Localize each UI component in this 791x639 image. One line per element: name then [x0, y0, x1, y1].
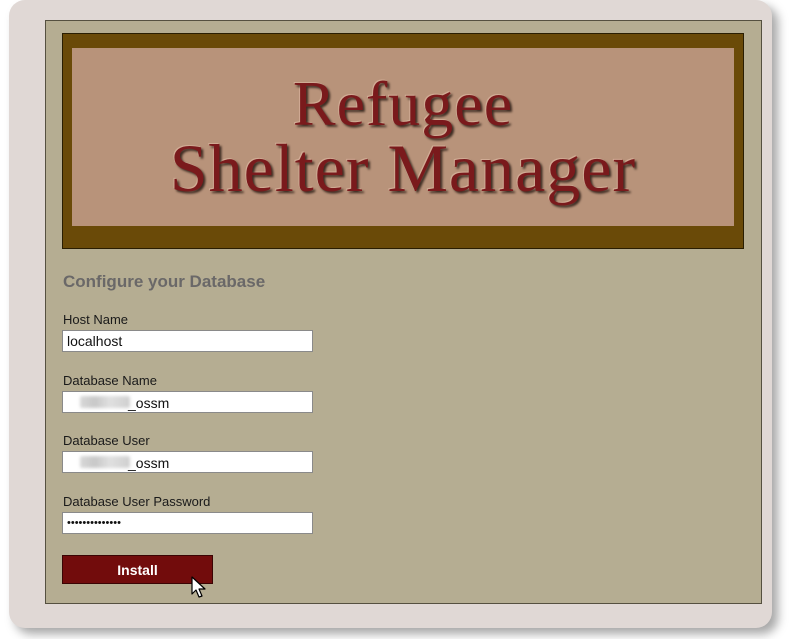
database-user-label: Database User — [63, 433, 150, 448]
host-name-input[interactable] — [62, 330, 313, 352]
page-card: Refugee Shelter Manager Configure your D… — [9, 0, 772, 628]
form-heading: Configure your Database — [63, 272, 266, 291]
install-panel: Refugee Shelter Manager Configure your D… — [45, 20, 762, 604]
database-password-input[interactable] — [62, 512, 313, 534]
database-name-value: _ossm — [128, 395, 170, 411]
database-name-input[interactable]: _ossm — [62, 391, 313, 413]
redacted-text — [80, 396, 130, 408]
database-user-value: _ossm — [128, 455, 170, 471]
mouse-cursor-icon — [191, 576, 206, 598]
database-name-label: Database Name — [63, 373, 157, 388]
redacted-text — [80, 456, 130, 468]
app-banner: Refugee Shelter Manager — [62, 33, 744, 249]
database-user-input[interactable]: _ossm — [62, 451, 313, 473]
banner-inner: Refugee Shelter Manager — [72, 48, 734, 226]
host-name-label: Host Name — [63, 312, 129, 327]
database-password-label: Database User Password — [63, 494, 211, 509]
banner-title-line2: Shelter Manager — [169, 130, 637, 206]
banner-title-line1: Refugee — [292, 68, 514, 139]
